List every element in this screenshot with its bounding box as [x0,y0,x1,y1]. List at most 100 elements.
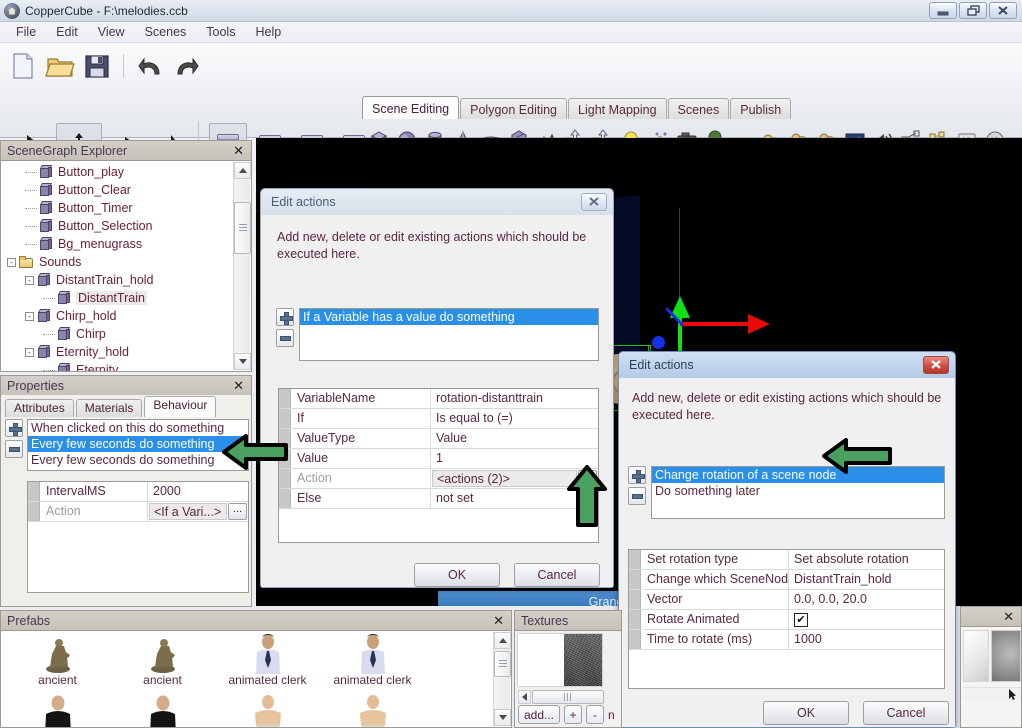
expander-collapse-icon[interactable]: - [7,257,16,267]
property-row[interactable]: Action <If a Vari...>... [28,502,248,522]
tab-publish[interactable]: Publish [730,98,792,119]
textures-body[interactable]: add... + - n [514,630,622,728]
tree-node[interactable]: Button_Timer [1,199,233,217]
close-icon[interactable]: ✕ [230,143,247,159]
menu-item-scenes[interactable]: Scenes [135,23,197,41]
dialog2-property-grid[interactable]: Set rotation type Set absolute rotation Ch… [628,549,945,689]
tab-scene-editing[interactable]: Scene Editing [362,96,460,119]
scenegraph-scrollbar[interactable] [233,162,251,370]
tree-node[interactable]: - Chirp_hold [1,307,233,325]
menu-item-help[interactable]: Help [245,23,291,41]
tab-scenes[interactable]: Scenes [667,98,730,119]
tab-materials[interactable]: Materials [75,399,143,417]
textures-hscrollbar[interactable] [518,689,604,704]
property-row[interactable]: ValueType Value [279,429,598,449]
add-texture-button[interactable]: add... [518,705,560,724]
redo-arrow-icon[interactable] [172,51,202,81]
close-icon[interactable] [923,356,949,374]
open-sub-dialog-button[interactable]: ... [228,503,247,520]
prefab-item[interactable] [320,694,425,727]
cancel-button[interactable]: Cancel [514,563,600,587]
property-row[interactable]: Change which SceneNode DistantTrain_hold [629,570,944,590]
tree-node[interactable]: Chirp [1,325,233,343]
scroll-down-icon[interactable] [494,709,511,726]
rotate-animated-checkbox[interactable]: ✔ [794,613,808,627]
restore-icon[interactable] [959,2,987,19]
expander-collapse-icon[interactable]: - [25,275,34,285]
menu-item-tools[interactable]: Tools [196,23,245,41]
property-value[interactable]: Set absolute rotation [789,550,944,569]
prefab-item[interactable] [215,694,320,727]
close-icon[interactable]: ✕ [1000,609,1017,625]
tree-node[interactable]: Button_play [1,163,233,181]
property-row[interactable]: VariableName rotation-distanttrain [279,389,598,409]
tree-node[interactable]: - Sounds [1,253,233,271]
right-panel-body[interactable] [960,626,1022,728]
save-floppy-icon[interactable] [82,51,112,81]
textures-thumbnail-area[interactable] [517,633,603,687]
prefabs-scrollbar[interactable] [493,632,511,726]
property-row[interactable]: Vector 0.0, 0.0, 20.0 [629,590,944,610]
list-item[interactable]: When clicked on this do something [28,420,248,436]
property-value[interactable]: Is equal to (=) [431,409,598,428]
property-row[interactable]: Else not set [279,489,598,509]
tree-node[interactable]: - Eternity_hold [1,343,233,361]
expander-collapse-icon[interactable]: - [25,347,34,357]
property-row[interactable]: Action<actions (2)>... [279,469,598,489]
property-value[interactable]: 1000 [789,630,944,649]
increase-button[interactable]: + [564,705,582,724]
white-gradient-swatch[interactable] [963,630,989,682]
cancel-button[interactable]: Cancel [863,701,949,725]
scroll-up-icon[interactable] [234,162,251,179]
minimize-icon[interactable] [929,2,957,19]
add-behaviour-button[interactable] [5,419,23,437]
dialog1-property-grid[interactable]: VariableName rotation-distanttrain If Is eq… [278,388,599,543]
property-value[interactable]: 2000 [148,482,248,501]
property-row[interactable]: IntervalMS 2000 [28,482,248,502]
tab-behaviour[interactable]: Behaviour [144,396,217,417]
list-item[interactable]: Every few seconds do something [28,452,248,468]
close-icon[interactable]: ✕ [230,378,247,394]
property-row[interactable]: Value 1 [279,449,598,469]
new-document-icon[interactable] [8,51,38,81]
tab-light-mapping[interactable]: Light Mapping [568,98,667,119]
ok-button[interactable]: OK [763,701,849,725]
tree-node[interactable]: Button_Clear [1,181,233,199]
close-icon[interactable] [581,193,607,211]
gizmo-x-axis[interactable] [680,322,752,326]
prefab-item[interactable]: animated clerk [215,634,320,694]
scrollbar-thumb[interactable] [494,651,511,677]
property-value[interactable]: Value [431,429,598,448]
edit-actions-dialog-1[interactable]: Edit actions Add new, delete or edit exi… [260,188,614,588]
prefab-item[interactable] [5,694,110,727]
prefab-item[interactable]: ancient [110,634,215,694]
property-value[interactable]: <If a Vari...> [149,503,227,520]
list-item[interactable]: Every few seconds do something [28,436,248,452]
list-item[interactable]: Do something later [652,483,944,499]
menu-item-edit[interactable]: Edit [46,23,88,41]
edit-actions-dialog-2[interactable]: Edit actions Add new, delete or edit exi… [618,351,956,728]
scroll-left-icon[interactable] [518,689,531,704]
tree-node[interactable]: Bg_menugrass [1,235,233,253]
tree-node[interactable]: DistantTrain [1,289,233,307]
property-row[interactable]: Rotate Animated ✔ [629,610,944,630]
tree-node[interactable]: Eternity [1,361,233,371]
property-value[interactable]: <actions (2)> [432,470,577,487]
behaviour-property-grid[interactable]: IntervalMS 2000 Action <If a Vari...>... [27,481,249,593]
gizmo-z-axis-handle[interactable] [652,336,665,349]
tab-attributes[interactable]: Attributes [5,399,74,417]
property-value[interactable]: DistantTrain_hold [789,570,944,589]
gray-sphere-swatch[interactable] [991,630,1021,682]
undo-arrow-icon[interactable] [135,51,165,81]
scrollbar-thumb[interactable] [234,202,251,254]
tab-polygon-editing[interactable]: Polygon Editing [460,98,568,119]
property-row[interactable]: If Is equal to (=) [279,409,598,429]
menu-item-file[interactable]: File [6,23,46,41]
close-icon[interactable]: ✕ [490,613,507,629]
tree-node[interactable]: - DistantTrain_hold [1,271,233,289]
tree-node[interactable]: Button_Selection [1,217,233,235]
dialog2-actions-listbox[interactable]: Change rotation of a scene node Do someth… [651,466,945,519]
remove-behaviour-button[interactable] [5,440,23,458]
add-action-button[interactable] [628,466,646,484]
add-action-button[interactable] [276,308,294,326]
